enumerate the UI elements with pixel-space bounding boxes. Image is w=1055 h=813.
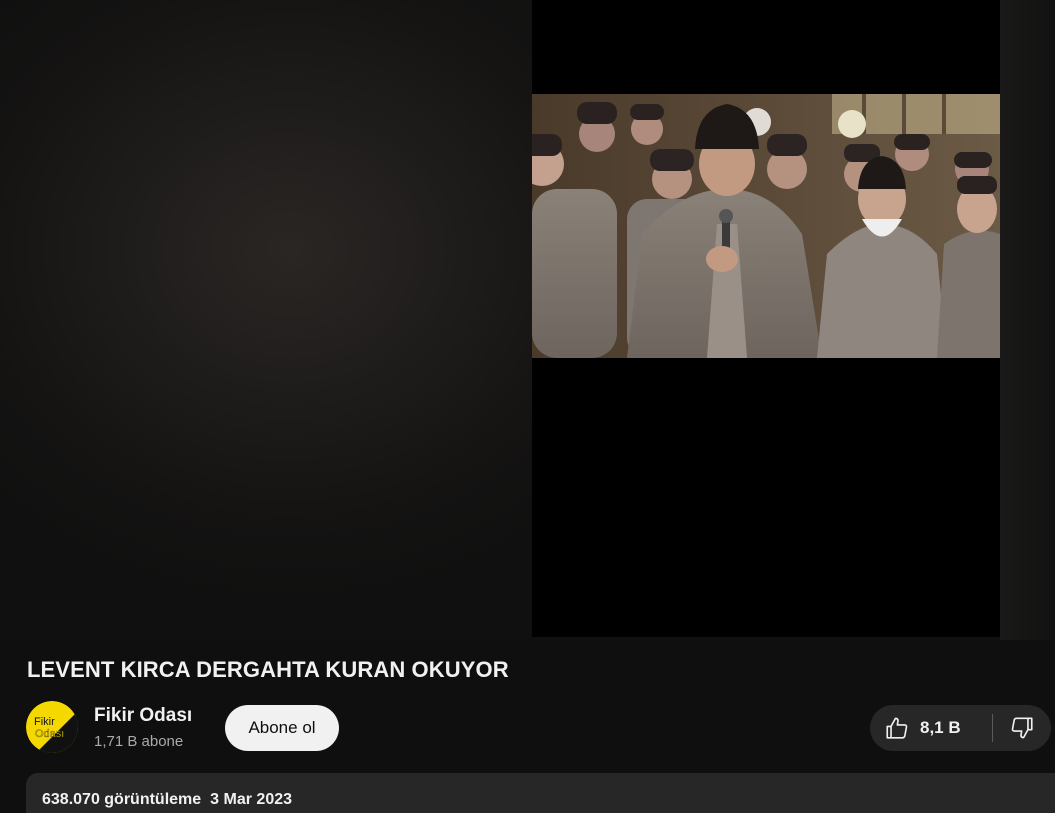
avatar-text-line2: Odası	[35, 728, 64, 740]
upload-date: 3 Mar 2023	[210, 791, 293, 808]
channel-name[interactable]: Fikir Odası	[94, 705, 192, 727]
ambient-backdrop-right	[1000, 0, 1055, 640]
video-still-image	[532, 94, 1000, 358]
dislike-button[interactable]	[993, 705, 1051, 751]
description-meta: 638.070 görüntüleme 3 Mar 2023	[42, 791, 292, 809]
video-frame[interactable]	[532, 94, 1000, 358]
video-title: LEVENT KIRCA DERGAHTA KURAN OKUYOR	[27, 657, 509, 682]
avatar-text-line1: Fikir	[34, 716, 55, 728]
like-dislike-group: 8,1 B	[870, 705, 1051, 751]
view-count: 638.070 görüntüleme	[42, 791, 202, 808]
channel-logo-icon: Fikir Odası	[26, 701, 78, 753]
subscriber-count: 1,71 B abone	[94, 733, 184, 750]
thumbs-down-icon	[1011, 717, 1033, 739]
watch-page: LEVENT KIRCA DERGAHTA KURAN OKUYOR Fikir…	[0, 0, 1055, 813]
thumbs-up-icon	[886, 717, 908, 739]
like-count: 8,1 B	[920, 718, 961, 737]
channel-avatar[interactable]: Fikir Odası	[26, 701, 78, 753]
subscribe-button[interactable]: Abone ol	[225, 705, 339, 751]
like-button[interactable]: 8,1 B	[870, 705, 978, 751]
